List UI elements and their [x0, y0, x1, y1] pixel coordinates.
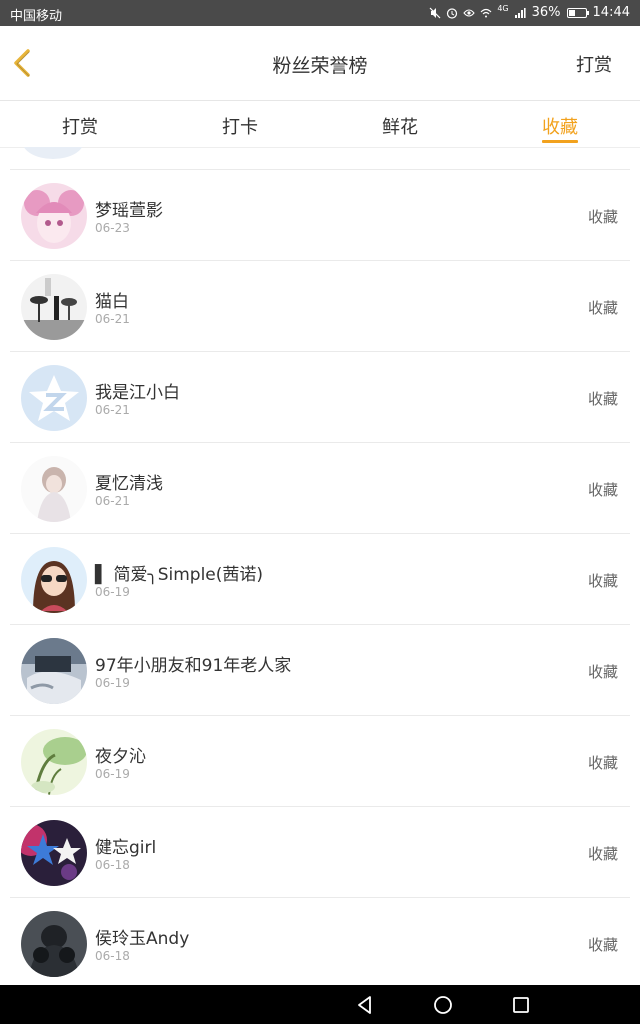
fan-date: 06-23 — [95, 221, 130, 235]
record-type: 收藏 — [587, 572, 618, 590]
fan-name: 97年小朋友和91年老人家 — [95, 656, 292, 676]
avatar — [21, 729, 87, 795]
app-header: 粉丝荣誉榜 打赏 — [0, 26, 640, 101]
avatar — [21, 547, 87, 613]
fan-date: 06-21 — [95, 403, 130, 417]
fan-name: 夏忆清浅 — [95, 474, 163, 494]
fan-date: 06-19 — [95, 767, 130, 781]
partial-avatar — [22, 147, 84, 159]
tab-reward[interactable]: 打赏 — [0, 101, 160, 147]
tab-bar: 打赏 打卡 鲜花 收藏 — [0, 101, 640, 148]
avatar — [21, 456, 87, 522]
home-circle-icon[interactable] — [432, 994, 454, 1016]
record-type: 收藏 — [587, 754, 618, 772]
mute-icon — [429, 7, 441, 18]
avatar — [21, 820, 87, 886]
record-type: 收藏 — [587, 936, 618, 954]
recents-square-icon[interactable] — [510, 994, 532, 1016]
tab-favorites[interactable]: 收藏 — [480, 101, 640, 147]
fan-name: 健忘girl — [95, 838, 157, 858]
fan-name: 猫白 — [95, 292, 129, 312]
avatar — [21, 911, 87, 977]
clock: 14:44 — [592, 5, 630, 20]
fan-name: 夜夕沁 — [95, 747, 146, 767]
tab-flowers[interactable]: 鲜花 — [320, 101, 480, 147]
battery-icon — [566, 7, 589, 18]
status-bar: 中国移动 4G 36% 14:44 — [0, 0, 640, 26]
alarm-icon — [447, 7, 458, 19]
avatar — [21, 638, 87, 704]
reward-button[interactable]: 打赏 — [576, 51, 612, 77]
tab-checkin[interactable]: 打卡 — [160, 101, 320, 147]
eye-icon — [463, 9, 475, 16]
record-type: 收藏 — [587, 663, 618, 681]
fan-date: 06-19 — [95, 585, 130, 599]
list-item[interactable]: 侯玲玉Andy 06-18 收藏 — [10, 897, 630, 985]
fan-name: 侯玲玉Andy — [95, 929, 190, 949]
record-type: 收藏 — [587, 208, 618, 226]
list-item[interactable]: 猫白 06-21 收藏 — [10, 260, 630, 351]
fan-date: 06-21 — [95, 494, 130, 508]
wifi-icon — [480, 8, 492, 17]
list-item[interactable]: 97年小朋友和91年老人家 06-19 收藏 — [10, 624, 630, 715]
fan-name: 我是江小白 — [95, 383, 180, 403]
list-item[interactable]: 夏忆清浅 06-21 收藏 — [10, 442, 630, 533]
fan-name: 梦瑶萱影 — [95, 201, 163, 221]
list-item[interactable]: 夜夕沁 06-19 收藏 — [10, 715, 630, 806]
system-nav-bar — [0, 985, 640, 1024]
list-item[interactable]: 健忘girl 06-18 收藏 — [10, 806, 630, 897]
avatar — [21, 365, 87, 431]
back-triangle-icon[interactable] — [354, 994, 376, 1016]
fan-list: 梦瑶萱影 06-23 收藏 猫白 06-21 收藏 我是江小白 06-21 收藏… — [0, 147, 640, 985]
record-type: 收藏 — [587, 481, 618, 499]
list-item[interactable]: 我是江小白 06-21 收藏 — [10, 351, 630, 442]
fan-date: 06-18 — [95, 858, 130, 872]
list-item[interactable]: ▌ 简爱╮Simple(茜诺) 06-19 收藏 — [10, 533, 630, 624]
avatar — [21, 274, 87, 340]
network-type: 4G — [497, 4, 509, 13]
fan-date: 06-18 — [95, 949, 130, 963]
record-type: 收藏 — [587, 299, 618, 317]
avatar — [21, 183, 87, 249]
carrier-name: 中国移动 — [10, 9, 63, 24]
fan-date: 06-19 — [95, 676, 130, 690]
record-type: 收藏 — [587, 390, 618, 408]
page-title: 粉丝荣誉榜 — [272, 55, 368, 77]
battery-percent: 36% — [531, 5, 561, 20]
fan-date: 06-21 — [95, 312, 130, 326]
record-type: 收藏 — [587, 845, 618, 863]
signal-icon — [514, 7, 526, 18]
list-item[interactable]: 梦瑶萱影 06-23 收藏 — [10, 169, 630, 260]
fan-name: ▌ 简爱╮Simple(茜诺) — [95, 565, 264, 585]
